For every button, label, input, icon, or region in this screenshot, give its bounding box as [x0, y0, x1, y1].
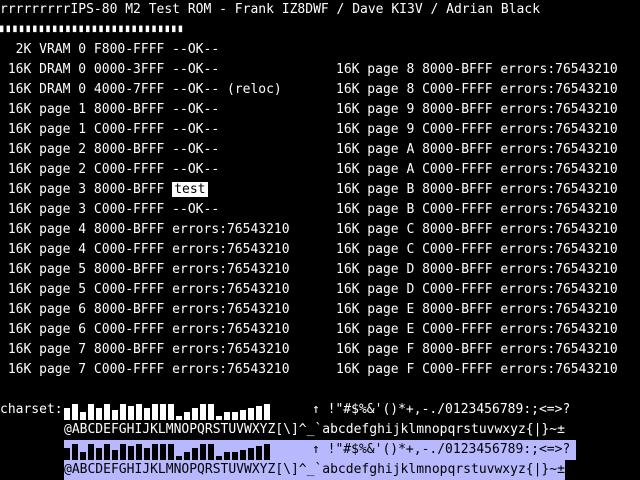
memory-row-text: 16K DRAM 0 4000-7FFF --OK-- (reloc) — [0, 82, 282, 97]
memory-row: 16K page 3 C000-FFFF --OK-- — [0, 200, 290, 220]
memory-row: 16K page B C000-FFFF errors:76543210 — [336, 202, 618, 217]
memory-row: 2K VRAM 0 F800-FFFF --OK-- — [0, 40, 290, 60]
memory-row-text: 16K page 6 C000-FFFF errors:76543210 — [0, 322, 290, 337]
memory-row: 16K page 7 C000-FFFF errors:76543210 — [0, 360, 290, 380]
charset-line-4: @ABCDEFGHIJKLMNOPQRSTUVWXYZ[\]^_`abcdefg… — [64, 460, 565, 480]
memory-row-text: 16K DRAM 0 0000-3FFF --OK-- — [0, 62, 220, 77]
memory-row-text: 16K page 3 C000-FFFF --OK-- — [0, 202, 220, 217]
memory-row: 16K DRAM 0 0000-3FFF --OK-- — [0, 60, 290, 80]
memory-row-text: 16K page 4 C000-FFFF errors:76543210 — [0, 242, 290, 257]
memory-row: 16K page 6 C000-FFFF errors:76543210 — [0, 320, 290, 340]
memory-row-text: 16K page 2 8000-BFFF --OK-- — [0, 142, 220, 157]
memory-row: 16K page E 8000-BFFF errors:76543210 — [336, 302, 618, 317]
memory-row: 16K page 9 8000-BFFF errors:76543210 — [336, 102, 618, 117]
memory-row-text: 16K page 5 8000-BFFF errors:76543210 — [0, 262, 290, 277]
memory-row-text: 16K page 1 8000-BFFF --OK-- — [0, 102, 220, 117]
memory-row: 16K page 3 8000-BFFF test — [0, 180, 290, 200]
right-memory-column: 16K page 8 8000-BFFF errors:76543210 16K … — [336, 60, 618, 380]
memory-row-text: 2K VRAM 0 F800-FFFF --OK-- — [0, 42, 220, 57]
memory-row: 16K page 4 C000-FFFF errors:76543210 — [0, 240, 290, 260]
memory-row: 16K page 9 C000-FFFF errors:76543210 — [336, 122, 618, 137]
charset-label: charset: — [0, 402, 63, 417]
memory-row: 16K page C 8000-BFFF errors:76543210 — [336, 222, 618, 237]
memory-row: 16K DRAM 0 4000-7FFF --OK-- (reloc) — [0, 80, 290, 100]
memory-row: 16K page 2 C000-FFFF --OK-- — [0, 160, 290, 180]
crt-screen: rrrrrrrrrIPS-80 M2 Test ROM - Frank IZ8D… — [0, 0, 640, 480]
charset-line-1: ↑ !"#$%&'()*+,-./0123456789:;<=>? — [312, 402, 571, 417]
charset-line-2: @ABCDEFGHIJKLMNOPQRSTUVWXYZ[\]^_`abcdefg… — [64, 422, 565, 437]
memory-row: 16K page F 8000-BFFF errors:76543210 — [336, 342, 618, 357]
memory-row: 16K page 5 C000-FFFF errors:76543210 — [0, 280, 290, 300]
memory-row: 16K page 6 8000-BFFF errors:76543210 — [0, 300, 290, 320]
left-memory-column: 2K VRAM 0 F800-FFFF --OK-- 16K DRAM 0 00… — [0, 40, 290, 380]
memory-row: 16K page E C000-FFFF errors:76543210 — [336, 322, 618, 337]
memory-row-text: 16K page 1 C000-FFFF --OK-- — [0, 122, 220, 137]
memory-row-text: 16K page 2 C000-FFFF --OK-- — [0, 162, 220, 177]
memory-row: 16K page 8 C000-FFFF errors:76543210 — [336, 82, 618, 97]
memory-row: 16K page A C000-FFFF errors:76543210 — [336, 162, 618, 177]
memory-row: 16K page 5 8000-BFFF errors:76543210 — [0, 260, 290, 280]
memory-row: 16K page 7 8000-BFFF errors:76543210 — [0, 340, 290, 360]
memory-row: 16K page 2 8000-BFFF --OK-- — [0, 140, 290, 160]
testing-badge: test — [172, 182, 208, 197]
memory-row: 16K page F C000-FFFF errors:76543210 — [336, 362, 618, 377]
memory-row: 16K page D 8000-BFFF errors:76543210 — [336, 262, 618, 277]
charset-graphics-row-1 — [64, 400, 270, 420]
memory-row-text: 16K page 7 8000-BFFF errors:76543210 — [0, 342, 290, 357]
memory-row: 16K page 1 C000-FFFF --OK-- — [0, 120, 290, 140]
memory-row: 16K page 4 8000-BFFF errors:76543210 — [0, 220, 290, 240]
title-banner: rrrrrrrrrIPS-80 M2 Test ROM - Frank IZ8D… — [0, 2, 541, 17]
charset-graphics-row-2 — [64, 440, 270, 460]
memory-row-text: 16K page 5 C000-FFFF errors:76543210 — [0, 282, 290, 297]
memory-row: 16K page 8 8000-BFFF errors:76543210 — [336, 62, 618, 77]
memory-row: 16K page B 8000-BFFF errors:76543210 — [336, 182, 618, 197]
memory-row: 16K page C C000-FFFF errors:76543210 — [336, 242, 618, 257]
charset-line-3: ↑ !"#$%&'()*+,-./0123456789:;<=>? — [312, 442, 571, 457]
memory-row: 16K page 1 8000-BFFF --OK-- — [0, 100, 290, 120]
memory-row-text: 16K page 6 8000-BFFF errors:76543210 — [0, 302, 290, 317]
memory-row-text: 16K page 3 8000-BFFF — [0, 182, 173, 197]
memory-row: 16K page D C000-FFFF errors:76543210 — [336, 282, 618, 297]
memory-row-text: 16K page 4 8000-BFFF errors:76543210 — [0, 222, 290, 237]
memory-row-text: 16K page 7 C000-FFFF errors:76543210 — [0, 362, 290, 377]
memory-row: 16K page A 8000-BFFF errors:76543210 — [336, 142, 618, 157]
